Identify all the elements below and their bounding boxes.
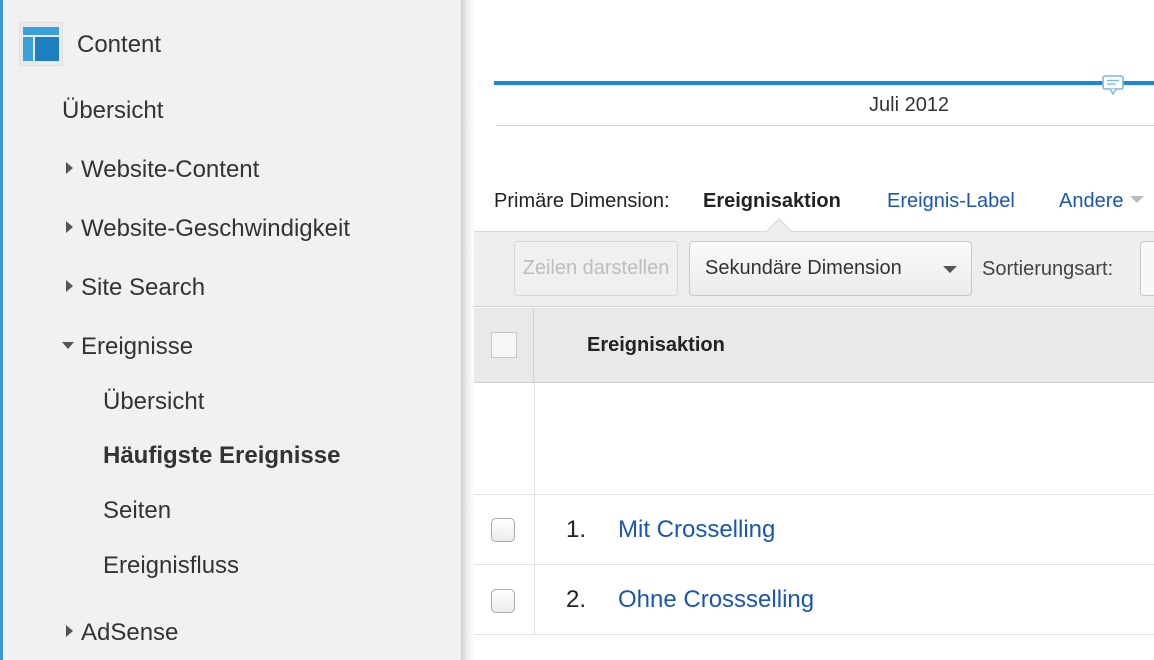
sidebar-item-overview[interactable]: Übersicht (62, 97, 163, 125)
collapse-arrow-icon (62, 342, 74, 349)
expand-arrow-icon (66, 280, 73, 292)
select-all-checkbox[interactable] (491, 332, 517, 358)
sidebar-item-label: Übersicht (103, 388, 205, 415)
secondary-dimension-label: Sekundäre Dimension (705, 257, 902, 279)
expand-arrow-icon (66, 625, 73, 637)
sidebar-section-title[interactable]: Content (77, 31, 161, 59)
chevron-down-icon (943, 266, 957, 273)
sidebar-item-label: Häufigste Ereignisse (103, 442, 341, 469)
dimension-other-label: Andere (1059, 190, 1124, 212)
content-layout-icon (19, 22, 63, 66)
secondary-dimension-dropdown[interactable]: Sekundäre Dimension (689, 241, 972, 296)
sidebar-item-events[interactable]: Ereignisse (62, 333, 193, 361)
table-header (474, 308, 1154, 383)
sidebar-item-label: Website-Geschwindigkeit (81, 215, 351, 242)
row-link[interactable]: Mit Crosselling (618, 516, 775, 544)
dimension-event-action: Ereignisaktion (703, 190, 841, 212)
row-checkbox[interactable] (491, 518, 515, 542)
sidebar-item-label: Ereignisse (81, 333, 194, 360)
row-number: 2. (566, 586, 587, 613)
row-divider (474, 634, 1154, 635)
divider (496, 125, 1154, 126)
row-number: 1. (566, 516, 587, 543)
sidebar-item-label: AdSense (81, 619, 179, 646)
sidebar-item-top-events[interactable]: Häufigste Ereignisse (103, 442, 340, 470)
primary-dimension-label: Primäre Dimension: (494, 190, 670, 212)
sidebar-header[interactable]: Content (3, 0, 462, 88)
expand-arrow-icon (66, 162, 73, 174)
annotation-icon[interactable] (1101, 74, 1125, 96)
sidebar-item-events-overview[interactable]: Übersicht (103, 388, 204, 416)
chevron-down-icon (1129, 196, 1144, 203)
dimension-event-label-link[interactable]: Ereignis-Label (887, 190, 1015, 213)
sort-type-select[interactable] (1140, 241, 1154, 296)
sidebar-item-events-flow[interactable]: Ereignisfluss (103, 552, 239, 580)
sort-type-label: Sortierungsart: (982, 258, 1114, 280)
sidebar-item-label: Website-Content (81, 156, 260, 183)
row-divider (474, 564, 1154, 565)
sidebar-item-pages[interactable]: Seiten (103, 497, 171, 525)
plot-rows-button[interactable]: Zeilen darstellen (514, 241, 678, 296)
row-link[interactable]: Ohne Crossselling (618, 586, 814, 614)
sidebar-item-site-speed[interactable]: Website-Geschwindigkeit (66, 215, 350, 243)
row-divider (474, 494, 1154, 495)
column-header-event-action[interactable]: Ereignisaktion (587, 334, 725, 357)
expand-arrow-icon (66, 221, 73, 233)
column-divider (534, 383, 535, 634)
sidebar-item-label: Site Search (81, 274, 206, 301)
sidebar-item-site-search[interactable]: Site Search (66, 274, 205, 302)
sidebar-divider (462, 0, 474, 660)
row-checkbox[interactable] (491, 589, 515, 613)
dimension-other-dropdown[interactable]: Andere (1059, 190, 1144, 213)
sidebar: Content Übersicht Website-Content Websit… (0, 0, 462, 660)
sidebar-item-label: Ereignisfluss (103, 552, 240, 579)
timeline-line (494, 81, 1154, 85)
sidebar-item-adsense[interactable]: AdSense (66, 619, 178, 647)
sidebar-item-website-content[interactable]: Website-Content (66, 156, 259, 184)
sidebar-item-label: Seiten (103, 497, 172, 524)
timeline-date-label: Juli 2012 (869, 94, 950, 116)
sidebar-item-label: Übersicht (62, 97, 164, 124)
